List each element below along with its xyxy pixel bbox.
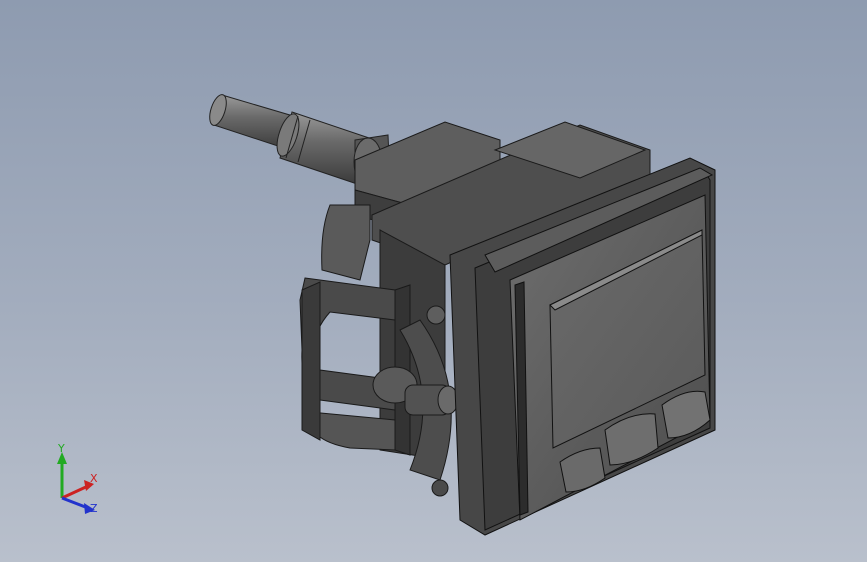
x-axis-label: X [90, 472, 98, 485]
3d-viewport[interactable]: Y X Z [0, 0, 867, 562]
x-axis-line [61, 484, 89, 500]
axis-triad-icon: Y X Z [57, 442, 98, 515]
z-axis-line [61, 496, 89, 510]
pressure-sensor-model[interactable] [0, 0, 867, 562]
z-axis-label: Z [90, 502, 98, 515]
y-axis-label: Y [57, 442, 65, 455]
